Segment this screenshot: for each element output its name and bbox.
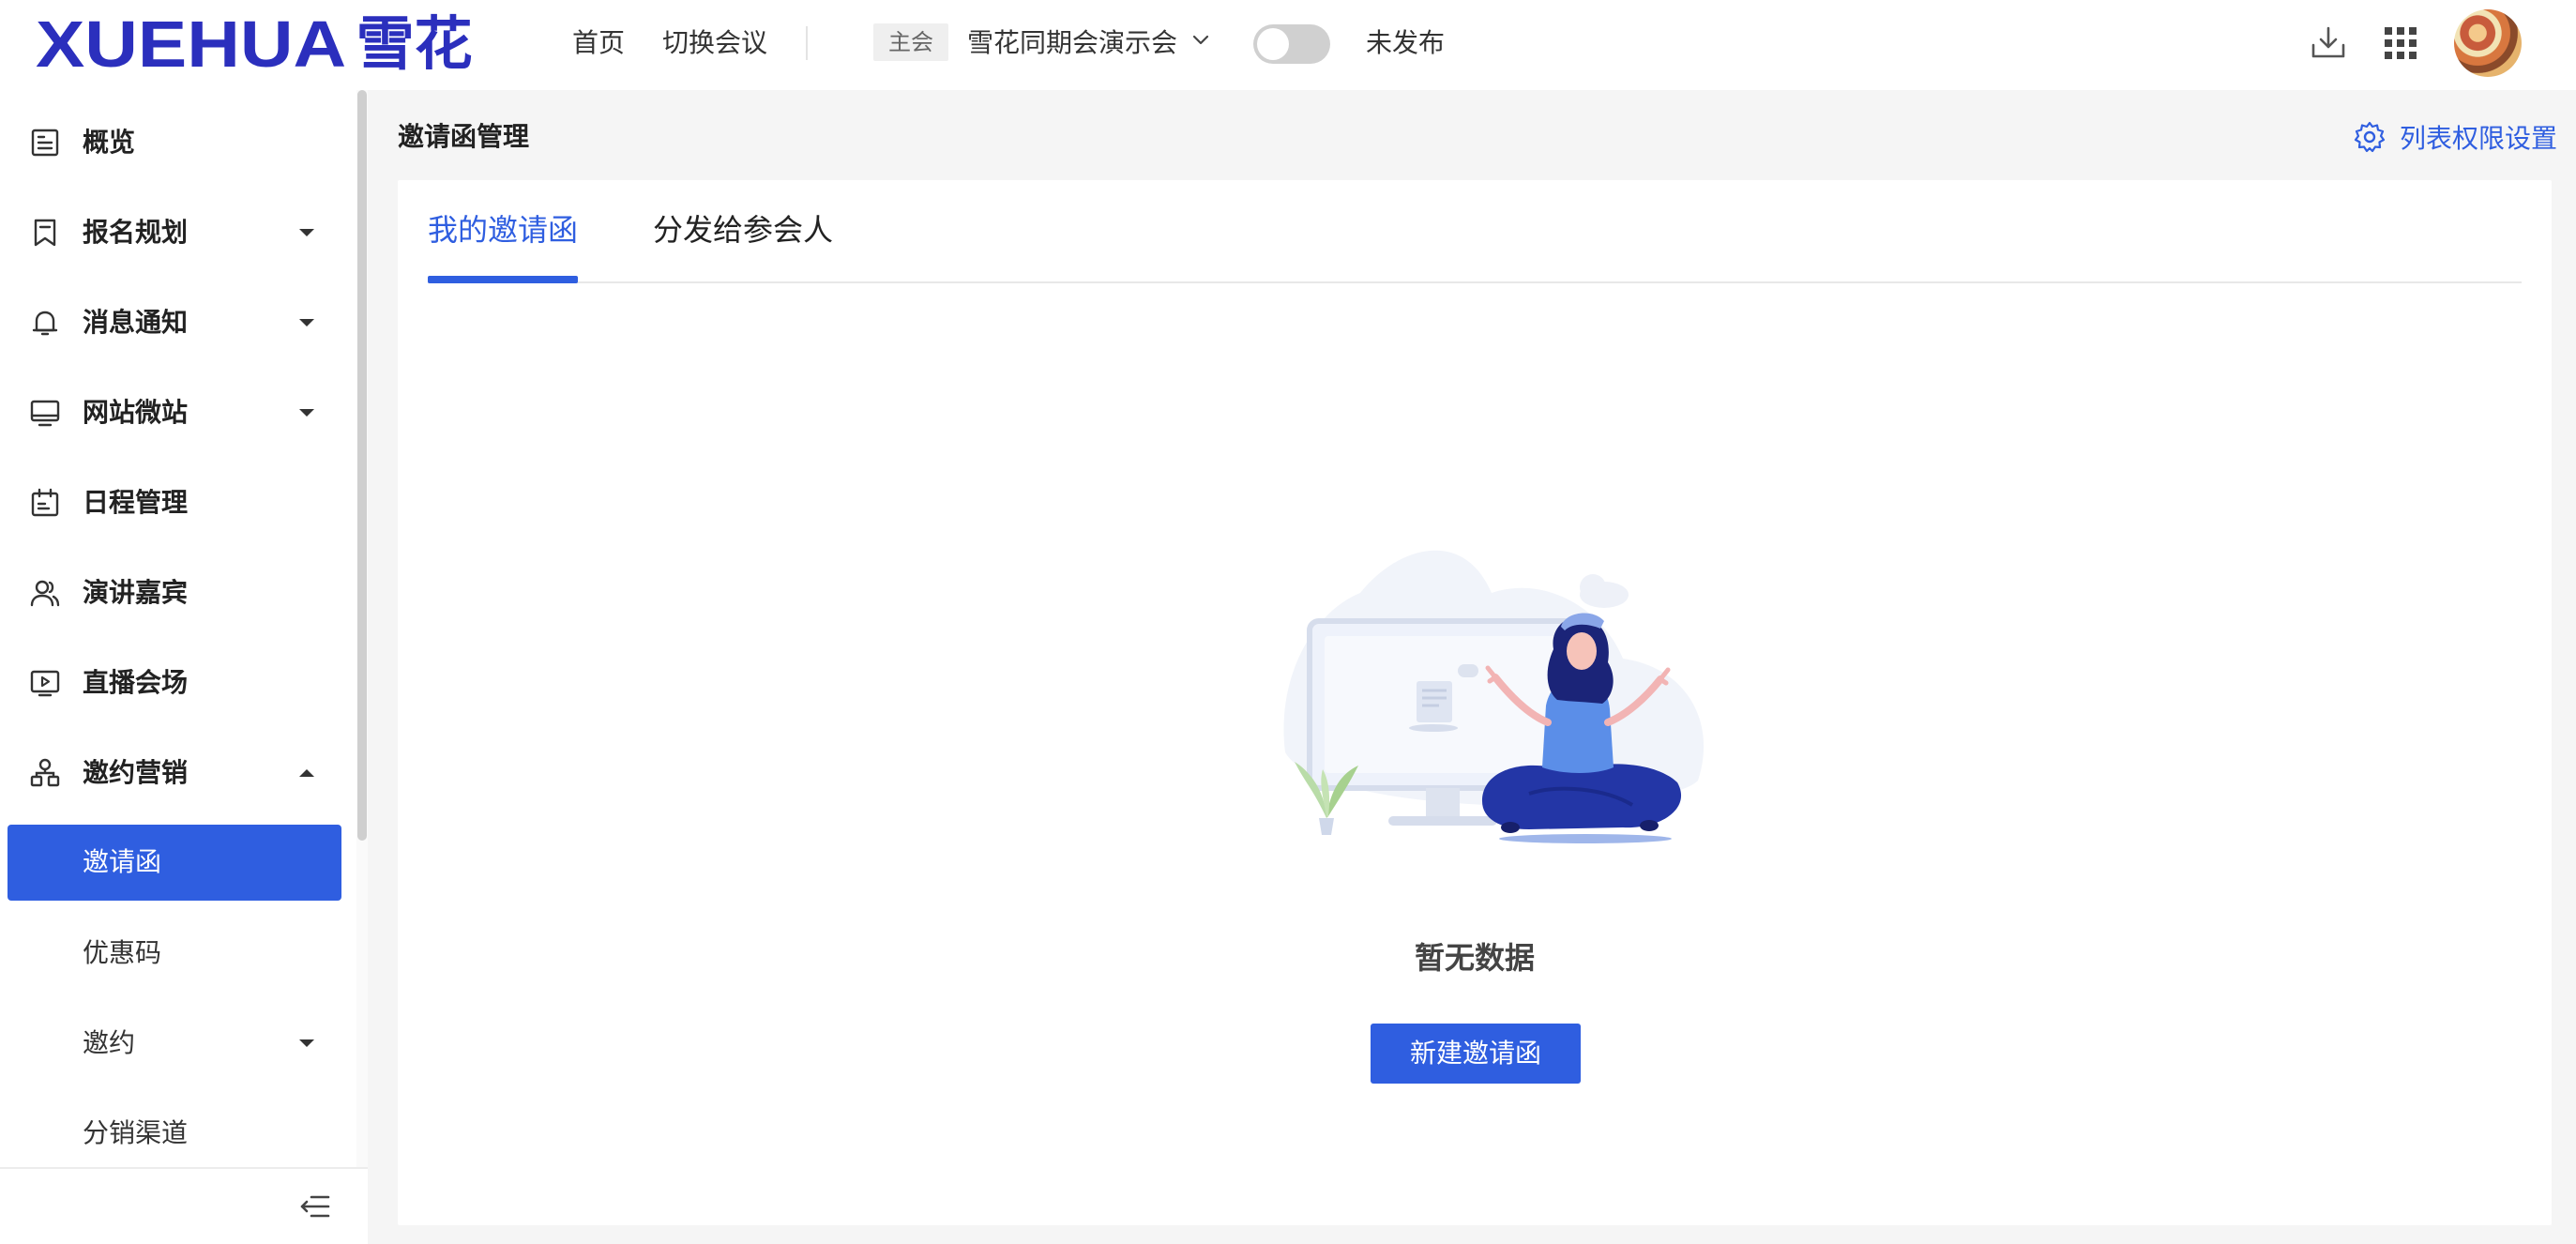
empty-state-illustration xyxy=(1283,550,1705,843)
sidebar-subitem-invite[interactable]: 邀约 xyxy=(0,998,356,1088)
logo-latin-text: XUEHUA xyxy=(36,8,347,81)
sidebar-item-live[interactable]: 直播会场 xyxy=(0,638,356,728)
content-card: 我的邀请函 分发给参会人 暂无数据 新建邀请函 xyxy=(398,180,2552,1225)
download-icon[interactable] xyxy=(2308,23,2349,64)
sidebar: 概览 报名规划 消息通知 网站微站 日程管理 演讲嘉宾 直播会场 邀约营销 邀请… xyxy=(0,90,368,1244)
empty-state-text: 暂无数据 xyxy=(1414,940,1535,976)
sidebar-subitem-label: 分销渠道 xyxy=(83,1117,189,1148)
sidebar-item-notifications[interactable]: 消息通知 xyxy=(0,278,356,368)
sidebar-item-schedule[interactable]: 日程管理 xyxy=(0,458,356,548)
apps-grid-icon[interactable] xyxy=(2380,23,2421,64)
meeting-type-tag: 主会 xyxy=(873,23,948,61)
brand-logo[interactable]: XUEHUA 雪花 xyxy=(36,8,473,81)
org-icon xyxy=(30,758,60,787)
nav-switch-meeting-link[interactable]: 切换会议 xyxy=(662,24,767,62)
bell-icon xyxy=(32,311,58,336)
sidebar-item-overview[interactable]: 概览 xyxy=(0,98,356,188)
overview-icon xyxy=(31,129,59,157)
publish-toggle[interactable] xyxy=(1253,24,1330,64)
page-title: 邀请函管理 xyxy=(398,121,530,152)
sidebar-item-invitation-marketing[interactable]: 邀约营销 xyxy=(0,728,356,818)
tab-my-invitations[interactable]: 我的邀请函 xyxy=(428,208,578,251)
caret-down-icon[interactable] xyxy=(296,222,317,243)
sidebar-subitem-coupon[interactable]: 优惠码 xyxy=(0,908,356,998)
publish-status-text: 未发布 xyxy=(1366,27,1446,58)
sidebar-subitem-label: 优惠码 xyxy=(83,937,162,968)
sidebar-item-speakers[interactable]: 演讲嘉宾 xyxy=(0,548,356,638)
new-invitation-button[interactable]: 新建邀请函 xyxy=(1371,1024,1581,1084)
tab-active-indicator xyxy=(428,276,578,283)
nav-home-link[interactable]: 首页 xyxy=(572,24,625,62)
sidebar-item-label: 概览 xyxy=(83,127,136,158)
tab-distribute-to-attendees[interactable]: 分发给参会人 xyxy=(653,208,833,251)
gear-icon xyxy=(2354,121,2386,153)
sidebar-subitem-invitation[interactable]: 邀请函 xyxy=(8,825,341,901)
sidebar-item-label: 消息通知 xyxy=(83,307,189,338)
toggle-knob xyxy=(1257,28,1289,60)
sidebar-subitem-distribution[interactable]: 分销渠道 xyxy=(0,1088,356,1178)
tab-bar: 我的邀请函 分发给参会人 xyxy=(428,180,2522,283)
sidebar-item-registration[interactable]: 报名规划 xyxy=(0,188,356,278)
caret-down-icon[interactable] xyxy=(296,1033,317,1054)
calendar-icon xyxy=(31,488,59,517)
sidebar-subitem-label: 邀请函 xyxy=(83,846,162,877)
sidebar-item-website[interactable]: 网站微站 xyxy=(0,368,356,458)
chevron-down-icon[interactable] xyxy=(1190,28,1212,51)
live-icon xyxy=(30,670,60,697)
sidebar-item-label: 网站微站 xyxy=(83,397,189,428)
meeting-selector[interactable]: 雪花同期会演示会 xyxy=(967,24,1177,62)
sidebar-item-label: 报名规划 xyxy=(83,217,189,248)
sidebar-item-label: 邀约营销 xyxy=(83,757,189,788)
logo-chinese-text: 雪花 xyxy=(356,9,473,78)
top-bar: XUEHUA 雪花 首页 切换会议 主会 雪花同期会演示会 未发布 xyxy=(0,0,2576,90)
users-icon xyxy=(30,580,60,607)
permission-link-label: 列表权限设置 xyxy=(2400,123,2558,154)
bookmark-icon xyxy=(34,219,56,247)
caret-down-icon[interactable] xyxy=(296,402,317,423)
monitor-icon xyxy=(30,400,60,427)
list-permission-settings-link[interactable]: 列表权限设置 xyxy=(2353,116,2557,158)
caret-up-icon[interactable] xyxy=(296,763,317,783)
sidebar-footer xyxy=(0,1167,368,1244)
collapse-menu-icon[interactable] xyxy=(298,1190,332,1223)
caret-down-icon[interactable] xyxy=(296,312,317,333)
user-avatar[interactable] xyxy=(2454,9,2522,77)
sidebar-item-label: 直播会场 xyxy=(83,667,189,698)
sidebar-item-label: 日程管理 xyxy=(83,487,189,518)
sidebar-item-label: 演讲嘉宾 xyxy=(83,577,189,608)
nav-divider xyxy=(806,26,808,60)
sidebar-scrollbar-thumb[interactable] xyxy=(357,90,367,841)
sidebar-subitem-label: 邀约 xyxy=(83,1027,136,1058)
